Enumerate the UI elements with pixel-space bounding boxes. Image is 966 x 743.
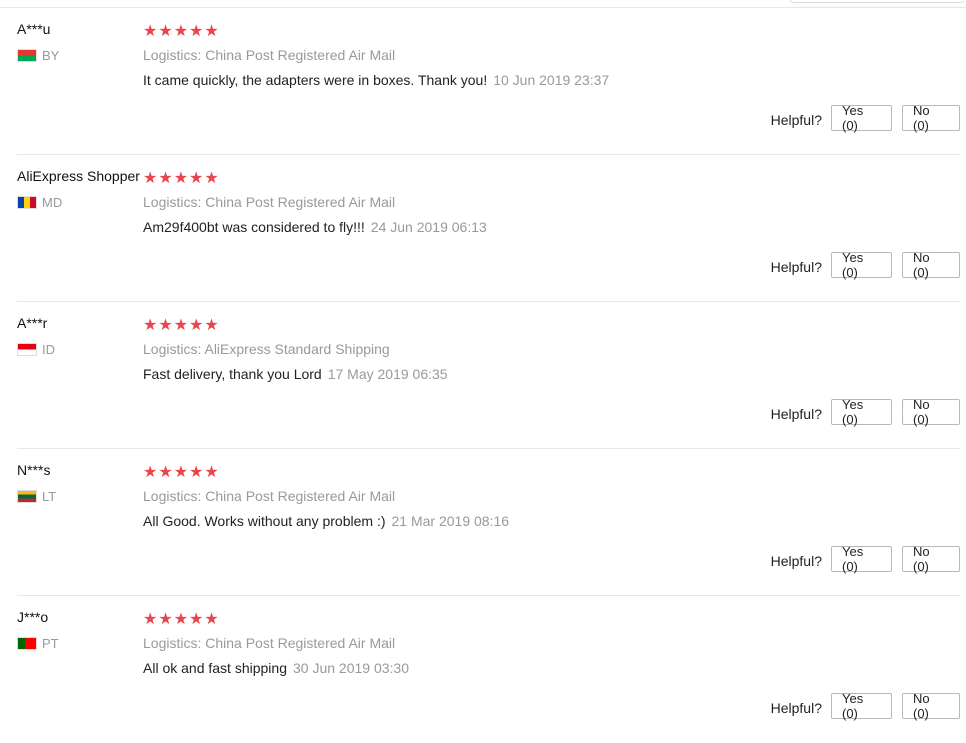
helpful-no-button[interactable]: No (0) [902, 250, 960, 280]
helpful-label: Helpful? [770, 553, 822, 569]
review-item: AliExpress Shopper MD ★★★★★ Logistics: C… [0, 155, 960, 302]
star-rating: ★★★★★ [143, 464, 220, 481]
flag-icon [17, 490, 37, 503]
flag-icon [17, 49, 37, 62]
flag-icon [17, 343, 37, 356]
review-item: A***u BY ★★★★★ Logistics: China Post Reg… [0, 8, 960, 155]
logistics-label: Logistics: [143, 341, 202, 357]
helpful-vote: Helpful? Yes (0) No (0) [770, 250, 960, 280]
star-rating: ★★★★★ [143, 170, 220, 187]
review-comment: All Good. Works without any problem :) 21… [143, 513, 509, 529]
review-comment: All ok and fast shipping 30 Jun 2019 03:3… [143, 660, 409, 676]
review-date: 30 Jun 2019 03:30 [292, 660, 409, 676]
helpful-vote: Helpful? Yes (0) No (0) [770, 691, 960, 721]
reviewer-name: J***o [17, 609, 49, 625]
helpful-yes-button[interactable]: Yes (0) [831, 544, 892, 574]
country-code: ID [42, 342, 55, 357]
logistics-method: China Post Registered Air Mail [205, 635, 396, 651]
logistics-method: China Post Registered Air Mail [205, 488, 396, 504]
helpful-yes-button[interactable]: Yes (0) [831, 103, 892, 133]
reviewer-country: BY [17, 48, 59, 63]
helpful-label: Helpful? [770, 406, 822, 422]
logistics-label: Logistics: [143, 488, 202, 504]
logistics-label: Logistics: [143, 635, 202, 651]
logistics-info: Logistics: China Post Registered Air Mai… [143, 488, 395, 504]
reviewer-country: PT [17, 636, 59, 651]
logistics-method: AliExpress Standard Shipping [204, 341, 390, 357]
country-code: BY [42, 48, 60, 63]
review-comment: Fast delivery, thank you Lord 17 May 2019… [143, 366, 448, 382]
helpful-vote: Helpful? Yes (0) No (0) [770, 397, 960, 427]
review-date: 24 Jun 2019 06:13 [370, 219, 487, 235]
flag-icon [17, 637, 37, 650]
flag-icon [17, 196, 37, 209]
star-rating: ★★★★★ [143, 23, 220, 40]
sort-dropdown[interactable] [790, 0, 964, 3]
reviewer-name: AliExpress Shopper [17, 168, 140, 184]
logistics-method: China Post Registered Air Mail [205, 47, 396, 63]
star-rating: ★★★★★ [143, 611, 220, 628]
helpful-no-button[interactable]: No (0) [902, 397, 960, 427]
review-comment: It came quickly, the adapters were in bo… [143, 72, 609, 88]
review-date: 10 Jun 2019 23:37 [493, 72, 610, 88]
helpful-yes-button[interactable]: Yes (0) [831, 397, 892, 427]
reviewer-name: N***s [17, 462, 51, 478]
country-code: PT [42, 636, 59, 651]
helpful-no-button[interactable]: No (0) [902, 103, 960, 133]
review-date: 17 May 2019 06:35 [327, 366, 448, 382]
helpful-label: Helpful? [770, 259, 822, 275]
reviewer-name: A***r [17, 315, 48, 331]
helpful-vote: Helpful? Yes (0) No (0) [770, 103, 960, 133]
logistics-info: Logistics: China Post Registered Air Mai… [143, 635, 395, 651]
reviewer-country: MD [17, 195, 62, 210]
logistics-label: Logistics: [143, 194, 202, 210]
country-code: LT [42, 489, 57, 504]
review-comment: Am29f400bt was considered to fly!!! 24 Ju… [143, 219, 487, 235]
helpful-label: Helpful? [770, 112, 822, 128]
reviewer-country: LT [17, 489, 56, 504]
comment-text: It came quickly, the adapters were in bo… [143, 72, 488, 88]
logistics-info: Logistics: China Post Registered Air Mai… [143, 194, 395, 210]
helpful-vote: Helpful? Yes (0) No (0) [770, 544, 960, 574]
country-code: MD [42, 195, 63, 210]
helpful-yes-button[interactable]: Yes (0) [831, 691, 892, 721]
review-item: J***o PT ★★★★★ Logistics: China Post Reg… [0, 596, 960, 743]
review-item: A***r ID ★★★★★ Logistics: AliExpress Sta… [0, 302, 960, 449]
comment-text: Am29f400bt was considered to fly!!! [143, 219, 365, 235]
star-rating: ★★★★★ [143, 317, 220, 334]
logistics-method: China Post Registered Air Mail [205, 194, 396, 210]
logistics-info: Logistics: China Post Registered Air Mai… [143, 47, 395, 63]
logistics-info: Logistics: AliExpress Standard Shipping [143, 341, 390, 357]
helpful-no-button[interactable]: No (0) [902, 691, 960, 721]
reviewer-name: A***u [17, 21, 51, 37]
logistics-label: Logistics: [143, 47, 202, 63]
helpful-yes-button[interactable]: Yes (0) [831, 250, 892, 280]
comment-text: Fast delivery, thank you Lord [143, 366, 322, 382]
comment-text: All Good. Works without any problem :) [143, 513, 386, 529]
helpful-label: Helpful? [770, 700, 822, 716]
review-item: N***s LT ★★★★★ Logistics: China Post Reg… [0, 449, 960, 596]
comment-text: All ok and fast shipping [143, 660, 287, 676]
review-date: 21 Mar 2019 08:16 [391, 513, 510, 529]
reviewer-country: ID [17, 342, 55, 357]
helpful-no-button[interactable]: No (0) [902, 544, 960, 574]
